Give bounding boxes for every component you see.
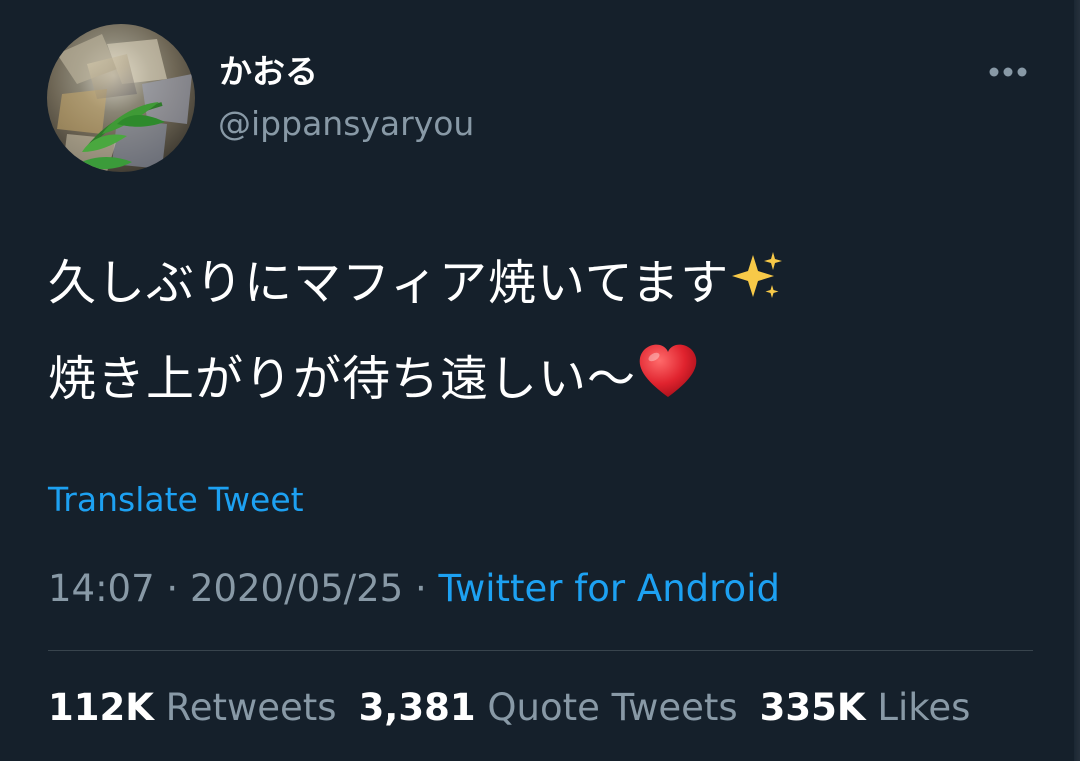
tweet-detail-view: かおる @ippansyaryou 久しぶりにマフィア焼いてます 焼き上がりが待…	[0, 0, 1080, 761]
meta-separator: ·	[154, 567, 190, 610]
translate-tweet-link[interactable]: Translate Tweet	[48, 480, 304, 520]
tweet-line-2-text: 焼き上がりが待ち遠しい〜	[48, 351, 637, 407]
stat-label: Retweets	[165, 686, 337, 729]
display-name[interactable]: かおる	[219, 52, 318, 92]
quote-tweets-stat[interactable]: 3,381 Quote Tweets	[359, 686, 738, 730]
tweet-line-1: 久しぶりにマフィア焼いてます	[48, 238, 1048, 334]
stat-count: 335K	[759, 686, 866, 729]
screen-edge	[1074, 0, 1080, 761]
stat-count: 3,381	[358, 686, 476, 729]
user-handle[interactable]: @ippansyaryou	[218, 103, 474, 145]
avatar[interactable]	[47, 24, 195, 172]
likes-stat[interactable]: 335K Likes	[760, 686, 971, 730]
tweet-stats: 112K Retweets 3,381 Quote Tweets 335K Like…	[48, 686, 992, 730]
retweets-stat[interactable]: 112K Retweets	[48, 686, 337, 730]
stat-label: Quote Tweets	[487, 686, 738, 729]
tweet-time[interactable]: 14:07	[48, 567, 155, 610]
more-options-icon[interactable]	[986, 62, 1030, 82]
tweet-line-1-text: 久しぶりにマフィア焼いてます	[48, 255, 730, 311]
avatar-image	[47, 24, 195, 172]
tweet-date[interactable]: 2020/05/25	[190, 567, 403, 610]
red-heart-icon	[636, 340, 700, 430]
tweet-meta: 14:07 · 2020/05/25 · Twitter for Android	[48, 567, 780, 611]
tweet-source-link[interactable]: Twitter for Android	[439, 567, 780, 610]
divider	[48, 650, 1033, 651]
stat-count: 112K	[48, 686, 154, 729]
meta-separator: ·	[403, 567, 439, 610]
stat-label: Likes	[877, 686, 971, 729]
sparkles-icon	[729, 244, 785, 334]
tweet-text: 久しぶりにマフィア焼いてます 焼き上がりが待ち遠しい〜	[48, 238, 1048, 430]
tweet-line-2: 焼き上がりが待ち遠しい〜	[48, 334, 1048, 430]
